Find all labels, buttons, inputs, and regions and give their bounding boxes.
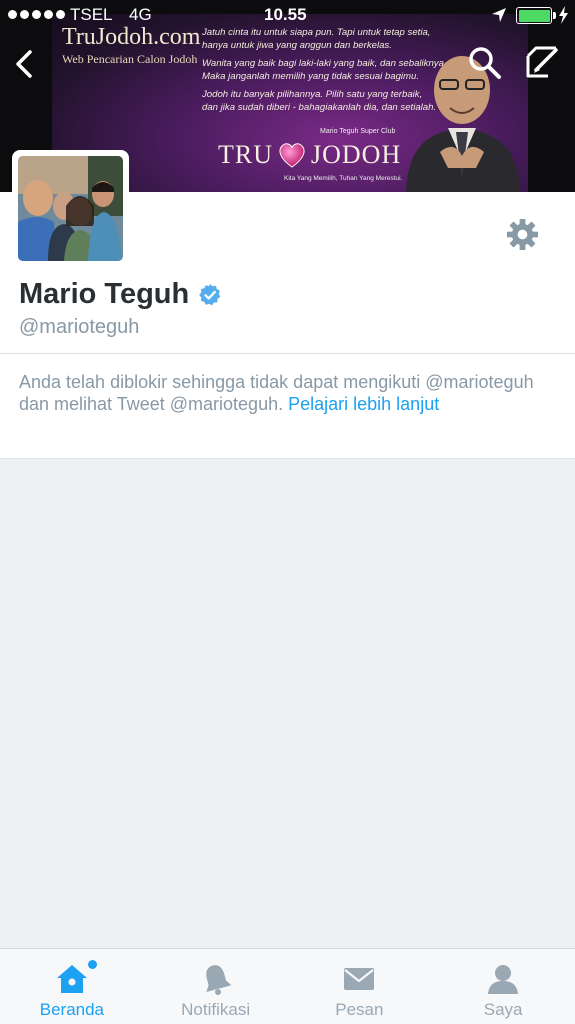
bottom-tab-bar: Beranda Notifikasi Pesan Saya	[0, 948, 575, 1024]
profile-name-row: Mario Teguh	[19, 278, 222, 311]
tab-label: Pesan	[335, 1000, 384, 1019]
chevron-left-icon[interactable]	[10, 44, 40, 84]
blocked-notice-text: Anda telah diblokir sehingga tidak dapat…	[19, 372, 534, 414]
tab-label: Saya	[483, 1000, 523, 1019]
tab-beranda[interactable]: Beranda	[0, 949, 144, 1024]
heart-icon	[279, 143, 305, 168]
compose-icon[interactable]	[522, 42, 562, 82]
avatar[interactable]	[12, 150, 129, 267]
network-type: 4G	[129, 5, 152, 24]
bell-icon	[205, 965, 232, 995]
location-arrow-icon	[492, 8, 506, 22]
signal-strength-icon	[8, 10, 65, 19]
banner-brand-right: JODOH	[311, 140, 402, 169]
charging-bolt-icon	[559, 6, 568, 24]
clock: 10.55	[264, 5, 307, 24]
learn-more-link[interactable]: Pelajari lebih lanjut	[288, 394, 439, 414]
verified-badge-icon	[199, 283, 221, 305]
banner-site-subtitle: Web Pencarian Calon Jodoh	[62, 52, 198, 66]
gear-icon[interactable]	[505, 217, 540, 252]
carrier-name: TSEL	[70, 5, 113, 24]
battery-icon	[516, 7, 552, 24]
avatar-photo	[18, 156, 123, 261]
new-content-dot	[88, 960, 97, 969]
envelope-icon	[344, 968, 375, 990]
tab-label: Beranda	[39, 1000, 105, 1019]
banner-tagline: Kita Yang Memilih, Tuhan Yang Merestui.	[284, 175, 403, 182]
status-bar: TSEL 4G 10.55	[0, 0, 575, 32]
search-icon[interactable]	[466, 44, 504, 82]
person-icon	[488, 965, 519, 994]
person-photo	[406, 56, 520, 192]
tab-saya[interactable]: Saya	[431, 949, 575, 1024]
battery-tip	[553, 12, 556, 19]
banner-club: Mario Teguh Super Club	[320, 128, 396, 135]
tab-label: Notifikasi	[181, 1000, 251, 1019]
home-icon	[56, 965, 87, 993]
banner-brand-left: TRU	[218, 140, 273, 169]
profile-name: Mario Teguh	[19, 278, 190, 310]
blocked-notice: Anda telah diblokir sehingga tidak dapat…	[0, 354, 575, 459]
profile-handle: @marioteguh	[19, 316, 140, 338]
tab-pesan[interactable]: Pesan	[288, 949, 432, 1024]
tab-notifikasi[interactable]: Notifikasi	[144, 949, 288, 1024]
profile-card: Mario Teguh @marioteguh	[0, 150, 575, 354]
banner-brand: TRU JODOH	[218, 140, 401, 170]
